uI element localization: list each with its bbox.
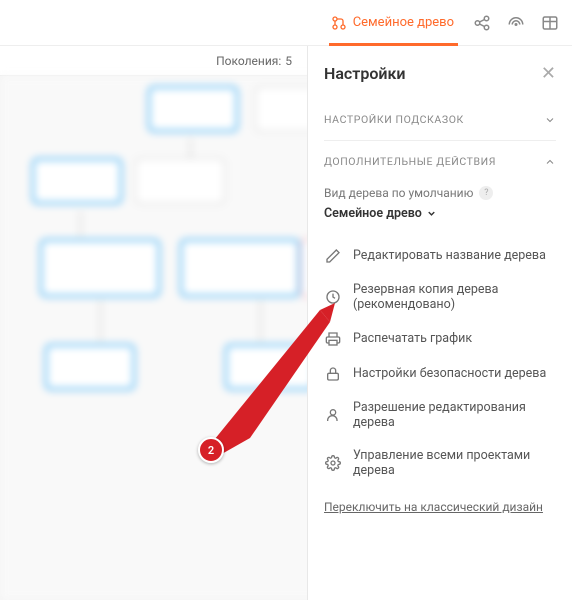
- action-permissions[interactable]: Разрешение редактирования дерева: [324, 392, 556, 438]
- tree-icon: [331, 15, 347, 31]
- share-icon: [473, 14, 491, 32]
- pencil-icon: [324, 247, 341, 264]
- section-hints-label: НАСТРОЙКИ ПОДСКАЗОК: [324, 113, 464, 126]
- action-label: Распечатать график: [353, 331, 472, 346]
- generations-label: Поколения:: [216, 54, 281, 68]
- action-label: Разрешение редактирования дерева: [353, 400, 556, 430]
- panel-title: Настройки: [324, 64, 406, 83]
- classic-design-link[interactable]: Переключить на классический дизайн: [324, 500, 543, 514]
- action-edit-name[interactable]: Редактировать название дерева: [324, 239, 556, 272]
- action-list: Редактировать название дерева Резервная …: [324, 239, 556, 486]
- section-hints-toggle[interactable]: НАСТРОЙКИ ПОДСКАЗОК: [324, 103, 556, 136]
- default-tree-label: Вид дерева по умолчанию: [324, 186, 473, 200]
- tab-label: Семейное древо: [353, 15, 454, 30]
- default-tree-value: Семейное древо: [324, 206, 422, 221]
- table-icon: [541, 14, 559, 32]
- section-additional-label: ДОПОЛНИТЕЛЬНЫЕ ДЕЙСТВИЯ: [324, 155, 496, 168]
- divider: [324, 140, 556, 141]
- action-label: Настройки безопасности дерева: [353, 366, 546, 381]
- lock-icon: [324, 365, 341, 382]
- annotation-badge: 2: [198, 437, 224, 463]
- view-fan-button[interactable]: [506, 13, 526, 33]
- section-additional-toggle[interactable]: ДОПОЛНИТЕЛЬНЫЕ ДЕЙСТВИЯ: [324, 145, 556, 178]
- close-button[interactable]: ✕: [541, 65, 556, 83]
- action-manage-projects[interactable]: Управление всеми проектами дерева: [324, 440, 556, 486]
- generations-value: 5: [285, 54, 292, 68]
- action-label: Управление всеми проектами дерева: [353, 448, 556, 478]
- chevron-down-icon: [544, 114, 556, 126]
- tab-family-tree[interactable]: Семейное древо: [329, 0, 458, 45]
- action-print[interactable]: Распечатать график: [324, 322, 556, 355]
- annotation-badge-number: 2: [208, 444, 214, 457]
- default-tree-dropdown[interactable]: Семейное древо: [324, 206, 556, 221]
- top-bar: Семейное древо: [0, 0, 572, 46]
- chevron-down-icon: [426, 208, 437, 219]
- settings-panel: Настройки ✕ НАСТРОЙКИ ПОДСКАЗОК ДОПОЛНИТ…: [307, 46, 572, 600]
- person-icon: [324, 407, 341, 424]
- action-security[interactable]: Настройки безопасности дерева: [324, 357, 556, 390]
- gear-icon: [324, 455, 341, 472]
- view-graph-button[interactable]: [472, 13, 492, 33]
- gauge-icon: [507, 14, 525, 32]
- view-table-button[interactable]: [540, 13, 560, 33]
- print-icon: [324, 330, 341, 347]
- help-icon[interactable]: ?: [479, 186, 493, 200]
- clock-icon: [324, 289, 341, 306]
- chevron-up-icon: [544, 156, 556, 168]
- action-backup[interactable]: Резервная копия дерева (рекомендовано): [324, 274, 556, 320]
- action-label: Редактировать название дерева: [353, 248, 546, 263]
- action-label: Резервная копия дерева (рекомендовано): [353, 282, 556, 312]
